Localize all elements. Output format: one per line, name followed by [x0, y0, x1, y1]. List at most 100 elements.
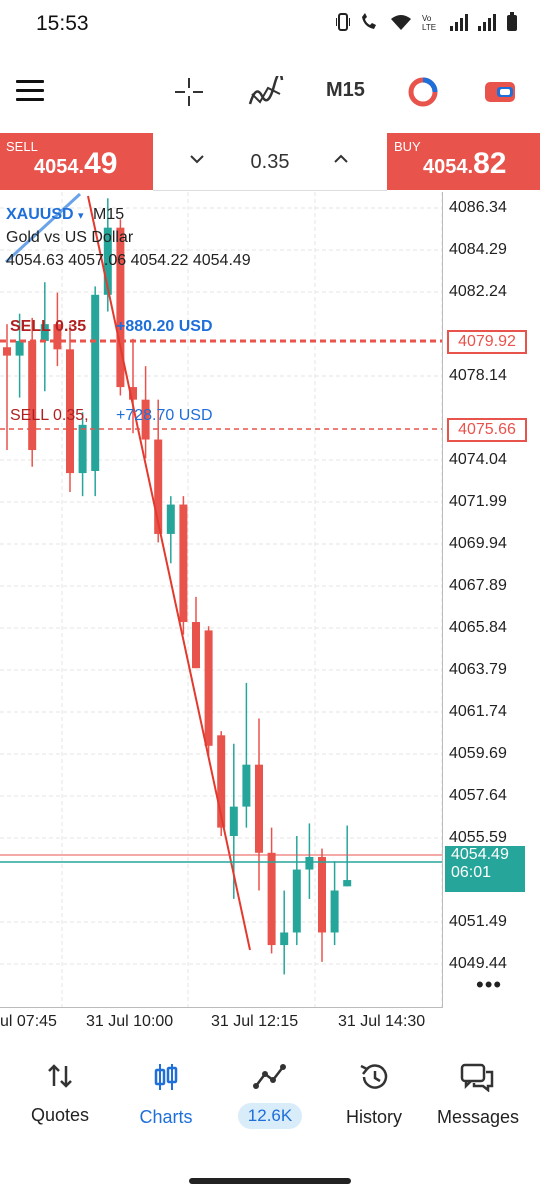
- symbol-description: Gold vs US Dollar: [6, 229, 134, 246]
- time-axis-divider: [0, 1007, 442, 1008]
- price-axis-label: 4086.34: [449, 199, 507, 216]
- buy-price-big: 82: [473, 147, 507, 180]
- candle-body: [343, 880, 352, 887]
- one-click-trading-icon[interactable]: [406, 76, 440, 108]
- crosshair-icon[interactable]: [173, 76, 205, 108]
- sell-price: 4054.49: [34, 147, 117, 181]
- nav-charts[interactable]: Charts: [116, 1062, 216, 1128]
- position-1-profit: +880.20 USD: [116, 318, 213, 335]
- trend-line: [87, 195, 251, 951]
- timeframe-button[interactable]: M15: [326, 79, 365, 102]
- candle-body: [179, 504, 188, 623]
- sell-price-big: 49: [84, 147, 118, 180]
- candle-body: [78, 424, 87, 474]
- buy-price-main: 4054.: [423, 156, 474, 178]
- time-axis-label: 31 Jul 14:30: [338, 1013, 426, 1030]
- position-1-label[interactable]: SELL 0.35: [10, 318, 86, 336]
- current-price: 4054.49: [451, 846, 509, 863]
- price-axis-label: 4084.29: [449, 241, 507, 258]
- price-axis-label: 4074.04: [449, 451, 507, 468]
- history-icon: [360, 1064, 388, 1089]
- battery-icon: [507, 12, 517, 31]
- increase-lot-icon[interactable]: [333, 153, 349, 165]
- more-icon[interactable]: •••: [476, 972, 502, 998]
- chart-symbol[interactable]: XAUUSD ▾: [6, 206, 84, 224]
- candle-body: [3, 347, 11, 356]
- candle-body: [267, 852, 276, 946]
- price-axis-label: 4069.94: [449, 535, 507, 552]
- svg-text:Vo: Vo: [422, 14, 432, 23]
- nav-quotes-label: Quotes: [30, 1105, 90, 1125]
- nav-messages[interactable]: Messages: [428, 1062, 528, 1128]
- wifi-call-icon: [362, 13, 376, 29]
- nav-messages-label: Messages: [436, 1107, 520, 1127]
- signal-icon: [450, 13, 468, 31]
- charts-icon: [154, 1064, 178, 1090]
- candle-body: [280, 932, 289, 946]
- svg-text:LTE: LTE: [422, 23, 436, 31]
- nav-history-label: History: [345, 1107, 402, 1127]
- signal-icon-2: [478, 13, 496, 31]
- nav-quotes[interactable]: Quotes: [10, 1062, 110, 1126]
- candle-body: [28, 340, 37, 451]
- lot-value[interactable]: 0.35: [153, 151, 387, 174]
- time-axis-label: 31 Jul 12:15: [211, 1013, 299, 1030]
- price-axis-label: 4065.84: [449, 619, 507, 636]
- candle-body: [192, 622, 200, 669]
- status-time: 15:53: [36, 12, 89, 35]
- trade-icon[interactable]: [483, 78, 517, 106]
- nav-trade[interactable]: 12.6K: [220, 1062, 320, 1129]
- trade-profit-badge: 12.6K: [237, 1103, 303, 1129]
- wifi-icon: [391, 15, 411, 30]
- sell-price-main: 4054.: [34, 156, 85, 178]
- candle-body: [229, 806, 238, 836]
- quotes-icon: [48, 1064, 72, 1088]
- order-price-tag-1: 4079.92: [447, 330, 527, 354]
- nav-history[interactable]: History: [324, 1062, 424, 1128]
- home-indicator[interactable]: [189, 1178, 351, 1184]
- lot-selector: 0.35: [153, 133, 387, 191]
- price-axis-label: 4057.64: [449, 787, 507, 804]
- candle-body: [255, 764, 263, 853]
- candle-body: [318, 856, 326, 933]
- volte-icon: VoLTE: [422, 14, 436, 31]
- status-icons: Vo LTE: [336, 12, 518, 32]
- price-axis-divider: [442, 192, 443, 1008]
- buy-button[interactable]: BUY 4054.82: [387, 133, 540, 190]
- price-axis-label: 4063.79: [449, 661, 507, 678]
- position-2-label[interactable]: SELL 0.35,: [10, 407, 89, 425]
- price-axis-label: 4051.49: [449, 913, 507, 930]
- price-axis-label: 4049.44: [449, 955, 507, 972]
- sell-button[interactable]: SELL 4054.49: [0, 133, 153, 190]
- messages-icon: [460, 1063, 494, 1093]
- price-axis-label: 4082.24: [449, 283, 507, 300]
- buy-label: BUY: [394, 139, 421, 154]
- candle-body: [242, 764, 251, 807]
- buy-price: 4054.82: [423, 147, 506, 181]
- ohlc-values: 4054.63 4057.06 4054.22 4054.49: [6, 252, 251, 269]
- time-axis-label: ul 07:45: [0, 1013, 57, 1030]
- current-price-tag: 4054.49 06:01: [445, 846, 525, 892]
- price-axis-label: 4061.74: [449, 703, 507, 720]
- candle-body: [166, 504, 175, 534]
- candle-body: [91, 294, 100, 471]
- nav-charts-label: Charts: [139, 1107, 193, 1127]
- candle-body: [292, 869, 301, 933]
- candle-body: [204, 630, 213, 746]
- indicators-icon[interactable]: [248, 76, 284, 108]
- order-price-tag-2: 4075.66: [447, 418, 527, 442]
- price-axis-label: 4067.89: [449, 577, 507, 594]
- vibrate-icon: [336, 13, 350, 31]
- price-axis-label: 4078.14: [449, 367, 507, 384]
- trade-nav-icon: [253, 1064, 286, 1089]
- symbol-dropdown-icon[interactable]: ▾: [78, 210, 84, 222]
- menu-icon[interactable]: [16, 80, 44, 101]
- candle-body: [305, 856, 314, 870]
- price-axis-label: 4055.59: [449, 829, 507, 846]
- chart-timeframe: M15: [93, 206, 125, 223]
- symbol-name: XAUUSD: [6, 206, 74, 223]
- candle-body: [330, 890, 339, 933]
- candle-countdown: 06:01: [451, 864, 492, 881]
- price-chart[interactable]: [0, 192, 442, 1008]
- time-axis-label: 31 Jul 10:00: [86, 1013, 174, 1030]
